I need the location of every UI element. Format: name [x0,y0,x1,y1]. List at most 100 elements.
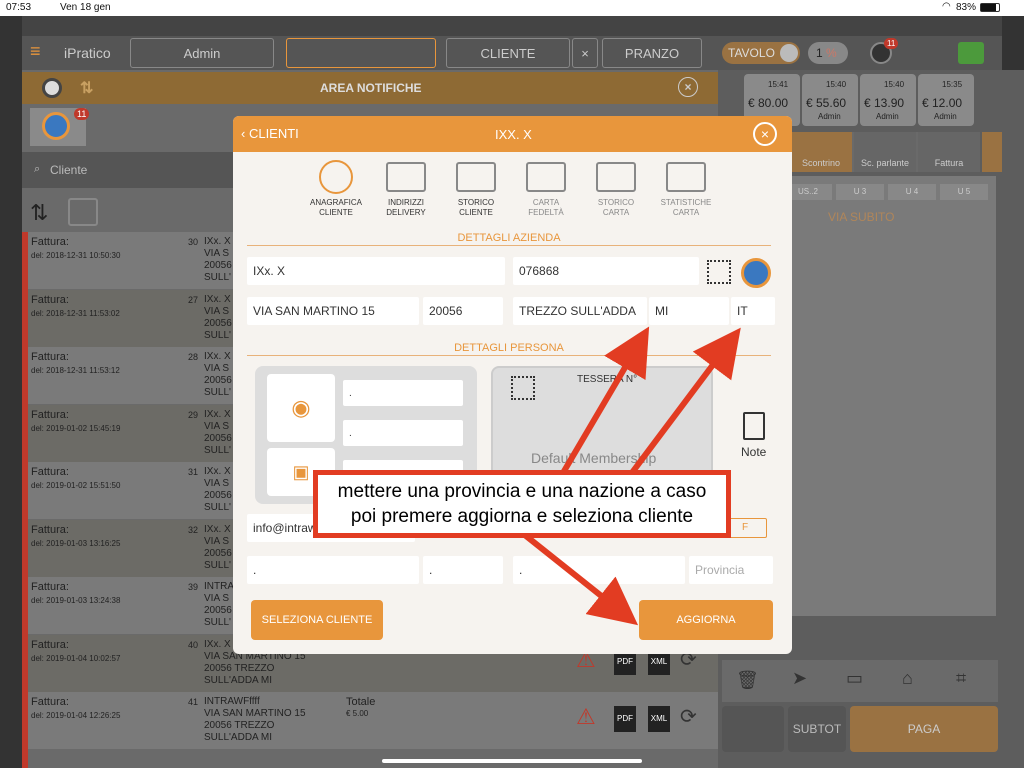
invoice-date: del: 2018-12-31 11:53:02 [31,308,120,318]
table-toggle[interactable]: TAVOLO [722,42,800,64]
warning-icon[interactable]: ⚠ [576,704,596,730]
course-tab[interactable]: U 4 [888,184,936,200]
camera-icon[interactable]: ◉ [267,374,335,442]
invoice-number: 30 [188,237,199,247]
person-zip-field[interactable]: . [423,556,503,584]
country-field[interactable]: IT [731,297,775,325]
qr-code-icon[interactable] [707,260,731,284]
brand-logo: iPratico [64,45,111,61]
last-name-field[interactable]: . [343,420,463,446]
close-dialog-icon[interactable]: × [753,122,777,146]
pdf-icon[interactable]: PDF [614,706,636,732]
operator-button[interactable]: Admin [130,38,274,68]
notification-badge: 11 [74,108,90,120]
zip-field[interactable]: 20056 [423,297,503,325]
back-button[interactable]: ‹ CLIENTI [241,126,299,141]
send-icon[interactable]: ➤ [792,668,807,689]
qr-icon[interactable]: ⌗ [956,668,966,689]
sync-icon[interactable]: ⇅ [80,78,93,98]
covers-counter[interactable]: 1 % [808,42,848,64]
user-toggle-icon[interactable] [42,78,62,98]
invoice-date: del: 2019-01-03 13:16:25 [31,538,121,548]
person-province-field[interactable]: Provincia [689,556,773,584]
company-name-field[interactable]: IXx. X [247,257,505,285]
globe-badge: 11 [884,38,899,49]
via-subito-label: VIA SUBITO [828,210,895,224]
printer-icon[interactable] [958,42,984,64]
sort-icon[interactable]: ⇅ [30,200,48,226]
note-icon[interactable] [743,412,765,440]
company-section-title: DETTAGLI AZIENDA [247,232,771,246]
dialog-tab-label: ANAGRAFICA CLIENTE [309,198,362,217]
wallet-icon[interactable] [722,706,784,752]
calendar-icon[interactable] [68,198,98,226]
dialog-tab-label: STORICO CLIENTE [457,198,495,217]
customer-button[interactable]: CLIENTE [446,38,570,68]
ticket-time: 15:41 [768,80,789,89]
dialog-tab-scooter[interactable]: INDIRIZZI DELIVERY [371,160,441,230]
city-field[interactable]: TREZZO SULL'ADDA [513,297,647,325]
tab-sc-parlante[interactable]: Sc. parlante [854,132,916,172]
dialog-tab-list[interactable]: STORICO CARTA [581,160,651,230]
open-ticket[interactable]: 15:40 € 55.60 Admin [802,74,858,126]
invoice-date: del: 2018-12-31 11:53:12 [31,366,120,375]
invoice-label: Fattura: [31,293,69,306]
invoice-date: del: 2019-01-04 12:26:25 [31,711,121,720]
person-address-field[interactable]: . [247,556,419,584]
dialog-tab-person[interactable]: ANAGRAFICA CLIENTE [301,160,371,230]
ticket-amount: € 55.60 [806,96,847,110]
date: Ven 18 gen [60,2,111,13]
province-field[interactable]: MI [649,297,729,325]
open-ticket[interactable]: 15:35 € 12.00 Admin [918,74,974,126]
dialog-tab-card[interactable]: CARTA FEDELTÀ [511,160,581,230]
list-icon [591,160,641,194]
course-tab[interactable]: U 5 [940,184,988,200]
tab-fattura[interactable]: Fattura [918,132,980,172]
notification-card[interactable]: 11 [30,108,90,146]
vat-field[interactable]: 076868 [513,257,699,285]
clear-customer-button[interactable]: × [572,38,598,68]
invoice-label: Fattura: [31,351,69,363]
first-name-field[interactable]: . [343,380,463,406]
invoice-date: del: 2019-01-03 13:24:38 [31,596,121,605]
card-qr-icon [511,376,535,400]
percent-label: % [826,46,837,60]
stats-icon [661,160,711,194]
subtotal-button[interactable]: SUBTOT [788,706,846,752]
dialog-tab-trend[interactable]: STORICO CLIENTE [441,160,511,230]
top-bar: ≡ iPratico Admin CLIENTE × PRANZO TAVOLO… [22,36,1002,70]
update-button[interactable]: AGGIORNA [639,600,773,640]
course-tab[interactable]: U 3 [836,184,884,200]
invoice-actions: ⚠ PDF XML ⟳ [576,704,706,732]
person-city-field[interactable]: . [513,556,685,584]
invoice-number: 40 [188,639,199,650]
drawer-icon[interactable]: ▭ [846,668,863,689]
service-button[interactable]: PRANZO [602,38,702,68]
invoice-total-label: Totale [346,696,376,708]
street-field[interactable]: VIA SAN MARTINO 15 [247,297,419,325]
invoice-date: del: 2019-01-02 15:45:19 [31,423,121,433]
ticket-time: 15:40 [826,80,847,89]
back-label: CLIENTI [248,126,299,141]
tab-scontrino[interactable]: Scontrino [790,132,852,172]
table-field[interactable] [286,38,436,68]
bag-icon[interactable]: ⌂ [902,668,913,689]
refresh-icon[interactable]: ⟳ [680,704,697,729]
pay-button[interactable]: PAGA [850,706,998,752]
invoice-number: 39 [188,582,199,592]
open-ticket[interactable]: 15:40 € 13.90 Admin [860,74,916,126]
notification-area: ⇅ AREA NOTIFICHE × [22,72,718,104]
dialog-tab-stats[interactable]: STATISTICHE CARTA [651,160,721,230]
home-indicator [382,759,642,763]
close-notifications-icon[interactable]: × [678,77,698,97]
xml-icon[interactable]: XML [648,706,670,732]
collapse-arrow-icon[interactable] [982,132,1002,172]
select-client-button[interactable]: SELEZIONA CLIENTE [251,600,383,640]
trash-icon[interactable]: 🗑 [736,670,759,691]
client-dialog: ‹ CLIENTI IXX. X × ANAGRAFICA CLIENTE IND… [233,116,792,654]
menu-icon[interactable]: ≡ [30,42,41,60]
ticket-user: Admin [876,112,899,121]
invoice-date: del: 2019-01-04 10:02:57 [31,653,121,663]
invoice-number: 29 [188,409,199,420]
dialog-tab-label: STORICO CARTA [597,198,635,217]
